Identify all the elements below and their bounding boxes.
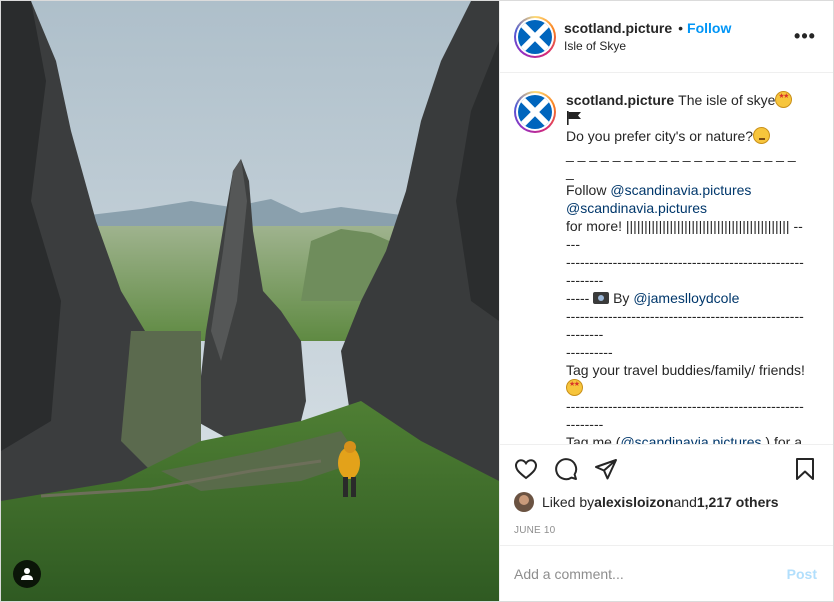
caption-avatar-inner — [516, 93, 554, 131]
more-options-button[interactable]: ••• — [793, 26, 817, 47]
likes-summary: Liked by alexisloizon and 1,217 others — [514, 489, 817, 515]
landscape-image — [1, 1, 499, 601]
caption-credit-line: ----- By @jameslloydcole — [566, 289, 806, 307]
caption-dashes-4: ----------------------------------------… — [566, 398, 804, 432]
avatar-inner — [516, 17, 554, 56]
credit-by: By — [609, 290, 634, 306]
bookmark-icon[interactable] — [793, 457, 817, 481]
tag-text: Tag your travel buddies/family/ friends! — [566, 362, 809, 378]
comment-icon[interactable] — [554, 457, 578, 481]
caption-avatar[interactable] — [514, 91, 556, 133]
scotland-flag-icon — [518, 95, 552, 129]
likes-prefix: Liked by — [542, 494, 595, 510]
post-actions: Liked by alexisloizon and 1,217 others J… — [500, 444, 833, 545]
post-header: scotland.picture • Follow Isle of Skye •… — [500, 1, 833, 73]
caption-text-2: Do you prefer city's or nature? — [566, 128, 754, 144]
post-caption: scotland.pictureThe isle of skye Do you … — [566, 91, 806, 444]
action-icons — [514, 449, 817, 489]
caption-username[interactable]: scotland.picture — [566, 92, 674, 108]
mention-link[interactable]: @jameslloydcole — [633, 290, 739, 306]
caption-tag-line: Tag your travel buddies/family/ friends! — [566, 361, 806, 397]
caption-dashes-3: ----------------------------------------… — [566, 308, 804, 342]
header-line: scotland.picture • Follow — [564, 20, 793, 36]
share-icon[interactable] — [594, 457, 618, 481]
comment-input[interactable] — [514, 565, 787, 582]
likes-count[interactable]: 1,217 others — [697, 494, 779, 510]
header-text: scotland.picture • Follow Isle of Skye — [564, 20, 793, 53]
thinking-emoji-icon — [753, 127, 771, 144]
instagram-post: scotland.picture • Follow Isle of Skye •… — [0, 0, 834, 602]
liker-username[interactable]: alexisloizon — [594, 494, 673, 510]
separator-dot: • — [678, 20, 684, 36]
caption-line-2: Do you prefer city's or nature? — [566, 127, 806, 145]
post-side-panel: scotland.picture • Follow Isle of Skye •… — [499, 1, 833, 601]
add-comment-bar: Post — [500, 545, 833, 601]
more-icon: ••• — [794, 26, 816, 46]
post-photo[interactable] — [1, 1, 499, 601]
caption-follow-line: Follow @scandinavia.pictures — [566, 181, 806, 199]
camera-emoji-icon — [593, 292, 610, 304]
tagme-prefix: Tag me ( — [566, 434, 621, 444]
post-date[interactable]: June 10 — [514, 525, 817, 545]
caption-for-more: for more! ||||||||||||||||||||||||||||||… — [566, 218, 803, 252]
likes-middle: and — [673, 494, 697, 510]
caption-line-1: scotland.picture The isle of skye — [566, 91, 806, 127]
caption-dashes-3b: ---------- — [566, 344, 613, 360]
heart-icon[interactable] — [514, 457, 538, 481]
username-link[interactable]: scotland.picture — [564, 20, 672, 36]
credit-prefix: ----- — [566, 290, 594, 306]
caption-tagme-line: Tag me (@scandinavia.pictures ) for a re… — [566, 433, 806, 444]
caption-mention-line: @scandinavia.pictures — [566, 199, 806, 217]
mention-link[interactable]: @scandinavia.pictures — [620, 434, 761, 444]
location-link[interactable]: Isle of Skye — [564, 39, 793, 53]
comments-area[interactable]: scotland.pictureThe isle of skye Do you … — [500, 73, 833, 444]
user-tag-button[interactable] — [13, 560, 41, 588]
star-struck-emoji-icon — [566, 379, 583, 396]
follow-button[interactable]: Follow — [687, 20, 731, 36]
star-struck-emoji-icon — [775, 91, 793, 108]
black-flag-icon — [567, 111, 581, 125]
scotland-flag-icon — [518, 19, 552, 54]
caption-dashes-1: _ _ _ _ _ _ _ _ _ _ _ _ _ _ _ _ _ _ _ _ … — [566, 146, 800, 180]
user-tag-icon — [21, 568, 33, 580]
caption-dashes-2: ----------------------------------------… — [566, 254, 804, 288]
avatar[interactable] — [514, 15, 556, 58]
mention-link[interactable]: @scandinavia.pictures — [566, 200, 707, 216]
mention-link[interactable]: @scandinavia.pictures — [610, 182, 751, 198]
liker-avatar[interactable] — [514, 492, 534, 512]
post-comment-button[interactable]: Post — [787, 566, 817, 582]
follow-prefix: Follow — [566, 182, 611, 198]
caption-text-1: The isle of skye — [678, 92, 776, 108]
